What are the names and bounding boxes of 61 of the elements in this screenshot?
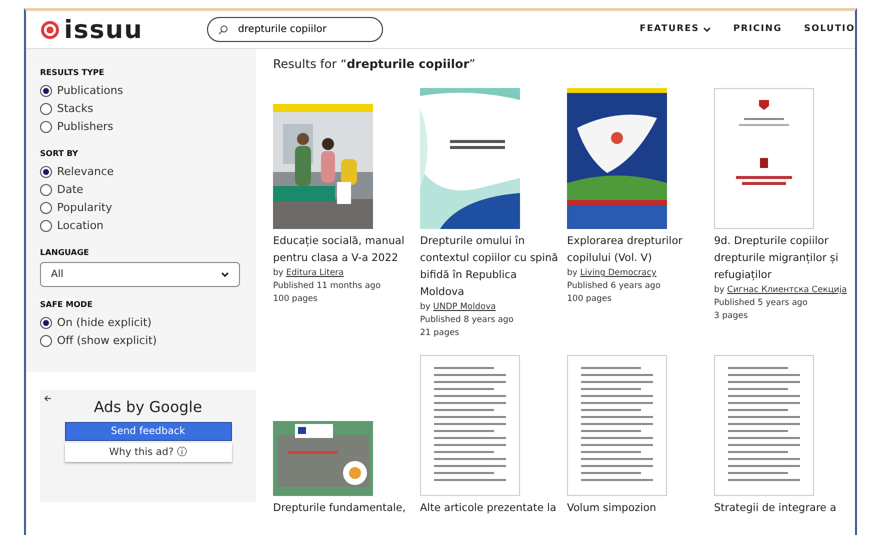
page-count: 21 pages xyxy=(420,327,460,340)
page-count: 100 pages xyxy=(567,293,613,306)
feedback-button[interactable]: Send feedback xyxy=(64,422,232,440)
why-ad-button[interactable]: Why this ad? ⓘ xyxy=(64,442,232,462)
back-arrow-icon[interactable] xyxy=(44,395,52,402)
results-heading: Results for “drepturile copiilor” xyxy=(273,56,476,73)
published-date: Published 6 years ago xyxy=(567,280,662,293)
nav-link[interactable]: PRICING xyxy=(733,22,782,36)
radio-option[interactable]: Stacks xyxy=(40,100,94,118)
radio-option[interactable]: Publications xyxy=(40,82,124,100)
radio-icon[interactable] xyxy=(40,121,52,133)
search-icon xyxy=(218,24,228,34)
publication-title[interactable]: Drepturile omului în contextul copiilor cu spină bifidă în Republica Moldova xyxy=(420,233,562,301)
language-select[interactable]: All xyxy=(40,262,240,287)
search-field[interactable]: drepturile copiilor xyxy=(206,17,383,42)
radio-icon[interactable] xyxy=(40,220,52,232)
radio-icon[interactable] xyxy=(40,166,52,178)
publication-title[interactable]: Educație socială, manual pentru clasa a V-a 2022 xyxy=(273,233,415,267)
radio-option[interactable]: On (hide explicit) xyxy=(40,314,152,332)
radio-option[interactable]: Relevance xyxy=(40,163,114,181)
filter-heading: SAFE MODE xyxy=(40,299,94,311)
filter-heading: SORT BY xyxy=(40,148,80,160)
logo-icon xyxy=(40,20,60,40)
radio-option[interactable]: Location xyxy=(40,217,104,235)
radio-option[interactable]: Date xyxy=(40,181,84,199)
publisher-link[interactable]: UNDP Moldova xyxy=(433,302,496,312)
published-date: Published 11 months ago xyxy=(273,280,382,293)
publication-title[interactable]: Alte articole prezentate la xyxy=(420,500,562,517)
nav-link[interactable]: FEATURES xyxy=(640,22,712,36)
published-date: Published 8 years ago xyxy=(420,314,515,327)
publication-title[interactable]: Drepturile fundamentale, xyxy=(273,500,415,517)
by-label: by xyxy=(420,302,430,312)
by-label: by xyxy=(273,268,284,278)
publication-title[interactable]: Explorarea drepturilor copilului (Vol. V) xyxy=(567,233,709,267)
page-count: 100 pages xyxy=(273,293,319,306)
radio-icon[interactable] xyxy=(40,85,52,97)
ad-title: Ads by Google xyxy=(92,397,204,418)
by-label: by xyxy=(567,268,578,278)
radio-option[interactable]: Off (show explicit) xyxy=(40,332,157,350)
radio-option[interactable]: Popularity xyxy=(40,199,112,217)
publisher-link[interactable]: Editura Litera xyxy=(286,268,344,278)
publication-title[interactable]: 9d. Drepturile copiilor drepturile migranților și refugiaților xyxy=(714,233,855,284)
filter-heading: LANGUAGE xyxy=(40,247,90,259)
publisher-link[interactable]: Сигнас Клиентска Секција xyxy=(727,285,847,295)
radio-icon[interactable] xyxy=(40,335,52,347)
radio-option[interactable]: Publishers xyxy=(40,118,114,136)
chevron-down-icon xyxy=(221,272,229,278)
search-input[interactable]: drepturile copiilor xyxy=(236,21,366,38)
page-count: 3 pages xyxy=(714,310,749,323)
radio-icon[interactable] xyxy=(40,103,52,115)
filter-heading: RESULTS TYPE xyxy=(40,67,106,79)
radio-icon[interactable] xyxy=(40,202,52,214)
publication-title[interactable]: Volum simpozion xyxy=(567,500,709,517)
by-label: by xyxy=(714,285,724,295)
publisher-link[interactable]: Living Democracy xyxy=(580,268,656,278)
published-date: Published 5 years ago xyxy=(714,297,809,310)
nav-link[interactable]: SOLUTIO xyxy=(804,22,855,36)
logo-text[interactable]: issuu xyxy=(64,17,143,42)
radio-icon[interactable] xyxy=(40,317,52,329)
radio-icon[interactable] xyxy=(40,184,52,196)
publication-title[interactable]: Strategii de integrare a xyxy=(714,500,855,517)
